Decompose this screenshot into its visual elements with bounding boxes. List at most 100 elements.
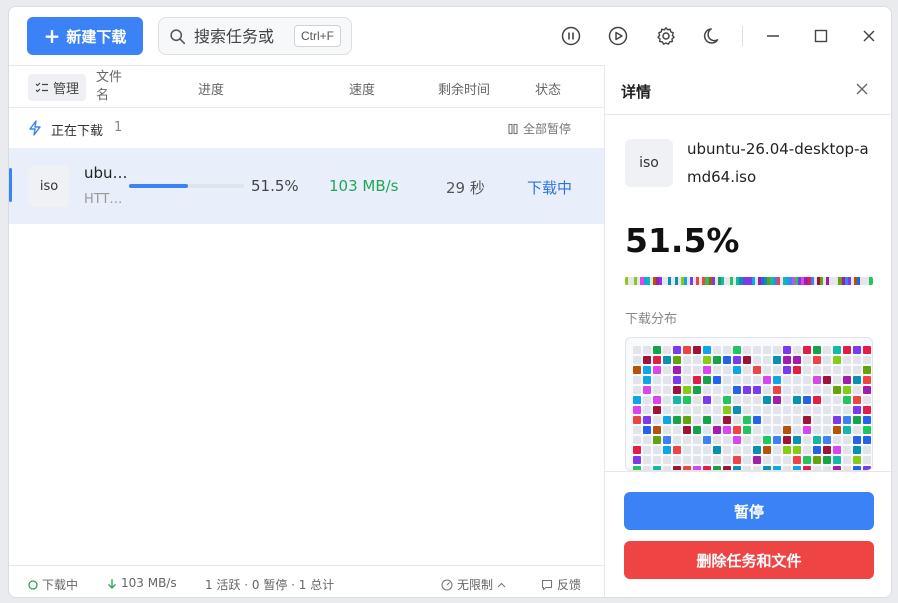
distribution-cell — [693, 376, 701, 384]
speed-limit-button[interactable]: 无限制 — [441, 576, 506, 593]
distribution-cell — [753, 356, 761, 364]
distribution-cell — [633, 436, 641, 444]
distribution-cell — [693, 346, 701, 354]
distribution-cell — [833, 406, 841, 414]
distribution-cell — [673, 346, 681, 354]
distribution-cell — [853, 346, 861, 354]
search-box[interactable]: Ctrl+F — [158, 17, 352, 55]
distribution-cell — [793, 456, 801, 464]
pause-button[interactable]: 暂停 — [624, 492, 874, 530]
distribution-cell — [823, 356, 831, 364]
distribution-cell — [743, 346, 751, 354]
distribution-cell — [713, 346, 721, 354]
distribution-cell — [843, 446, 851, 454]
gear-icon[interactable] — [654, 24, 678, 48]
distribution-cell — [803, 366, 811, 374]
column-status[interactable]: 状态 — [535, 79, 561, 98]
distribution-cell — [643, 446, 651, 454]
pause-all-button[interactable]: 全部暂停 — [507, 120, 571, 137]
moon-icon[interactable] — [701, 24, 725, 48]
distribution-cell — [673, 366, 681, 374]
close-icon[interactable] — [857, 24, 881, 48]
status-circle-icon — [28, 579, 38, 590]
column-filename[interactable]: 文件 名 — [96, 69, 122, 105]
distribution-cell — [723, 426, 731, 434]
distribution-cell — [833, 416, 841, 424]
distribution-cell — [743, 436, 751, 444]
distribution-cell — [853, 356, 861, 364]
distribution-cell — [863, 436, 871, 444]
distribution-cell — [833, 456, 841, 464]
distribution-cell — [733, 416, 741, 424]
column-speed[interactable]: 速度 — [349, 79, 375, 98]
task-progress-fill — [129, 184, 189, 188]
distribution-cell — [733, 346, 741, 354]
distribution-cell — [803, 446, 811, 454]
distribution-cell — [863, 396, 871, 404]
distribution-cell — [683, 376, 691, 384]
feedback-button[interactable]: 反馈 — [541, 576, 581, 593]
distribution-cell — [783, 396, 791, 404]
distribution-cell — [653, 456, 661, 464]
distribution-cell — [643, 456, 651, 464]
maximize-icon[interactable] — [809, 24, 833, 48]
distribution-cell — [793, 386, 801, 394]
distribution-cell — [643, 386, 651, 394]
new-download-button[interactable]: + 新建下载 — [27, 17, 143, 55]
distribution-cell — [723, 416, 731, 424]
distribution-cell — [703, 346, 711, 354]
distribution-cell — [683, 436, 691, 444]
distribution-cell — [713, 406, 721, 414]
play-circle-icon[interactable] — [606, 24, 630, 48]
distribution-cell — [633, 396, 641, 404]
distribution-cell — [803, 356, 811, 364]
distribution-cell — [743, 446, 751, 454]
distribution-cell — [853, 456, 861, 464]
distribution-cell — [753, 416, 761, 424]
distribution-cell — [693, 406, 701, 414]
group-downloading[interactable]: 正在下载 1 全部暂停 — [9, 109, 604, 147]
distribution-cell — [763, 446, 771, 454]
status-state-label: 下载中 — [42, 578, 79, 592]
distribution-cell — [693, 446, 701, 454]
distribution-cell — [753, 436, 761, 444]
distribution-cell — [853, 376, 861, 384]
distribution-cell — [663, 416, 671, 424]
distribution-cell — [813, 356, 821, 364]
distribution-cell — [703, 396, 711, 404]
distribution-cell — [783, 356, 791, 364]
distribution-cell — [763, 346, 771, 354]
distribution-cell — [633, 376, 641, 384]
distribution-cell — [703, 366, 711, 374]
pause-icon — [508, 123, 518, 134]
distribution-cell — [733, 396, 741, 404]
manage-button[interactable]: 管理 — [28, 74, 86, 101]
distribution-cell — [843, 406, 851, 414]
distribution-cell — [713, 386, 721, 394]
distribution-cell — [653, 366, 661, 374]
column-remaining[interactable]: 剩余时间 — [438, 79, 490, 98]
distribution-cell — [783, 426, 791, 434]
column-progress[interactable]: 进度 — [198, 79, 224, 98]
search-input[interactable] — [194, 26, 286, 46]
distribution-cell — [863, 406, 871, 414]
distribution-cell — [833, 376, 841, 384]
distribution-cell — [823, 396, 831, 404]
distribution-cell — [693, 416, 701, 424]
distribution-cell — [653, 416, 661, 424]
pause-circle-icon[interactable] — [559, 24, 583, 48]
distribution-cell — [693, 386, 701, 394]
distribution-cell — [743, 406, 751, 414]
distribution-cell — [833, 426, 841, 434]
minimize-icon[interactable] — [761, 24, 785, 48]
distribution-cell — [693, 436, 701, 444]
close-detail-icon[interactable] — [855, 82, 869, 96]
distribution-cell — [843, 386, 851, 394]
delete-task-and-file-button[interactable]: 删除任务和文件 — [624, 541, 874, 579]
distribution-cell — [823, 426, 831, 434]
distribution-cell — [853, 426, 861, 434]
distribution-cell — [733, 436, 741, 444]
table-row[interactable]: iso ubu… HTT… 51.5% 103 MB/s 29 秒 下载中 — [9, 148, 604, 224]
distribution-cell — [723, 376, 731, 384]
distribution-cell — [713, 396, 721, 404]
